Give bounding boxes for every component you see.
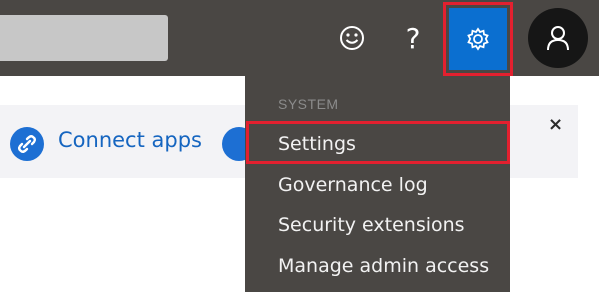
help-icon: ? xyxy=(405,21,421,55)
settings-gear-button[interactable] xyxy=(449,8,507,70)
help-button[interactable]: ? xyxy=(387,0,439,76)
settings-highlight-frame xyxy=(443,2,513,76)
gear-icon xyxy=(467,27,489,51)
menu-item-manage-admin-access[interactable]: Manage admin access xyxy=(278,255,489,277)
menu-item-settings[interactable]: Settings xyxy=(278,133,356,155)
menu-section-system: SYSTEM xyxy=(278,96,339,112)
connect-apps-link[interactable]: Connect apps xyxy=(58,128,202,152)
user-icon xyxy=(547,26,569,51)
feedback-button[interactable] xyxy=(326,0,378,76)
user-avatar-button[interactable] xyxy=(528,8,588,68)
close-banner-button[interactable]: × xyxy=(548,114,563,135)
connect-apps-icon xyxy=(10,127,44,161)
menu-item-governance-log[interactable]: Governance log xyxy=(278,174,428,196)
menu-item-security-extensions[interactable]: Security extensions xyxy=(278,214,465,236)
smiley-icon xyxy=(340,26,364,50)
search-box[interactable] xyxy=(0,15,168,61)
